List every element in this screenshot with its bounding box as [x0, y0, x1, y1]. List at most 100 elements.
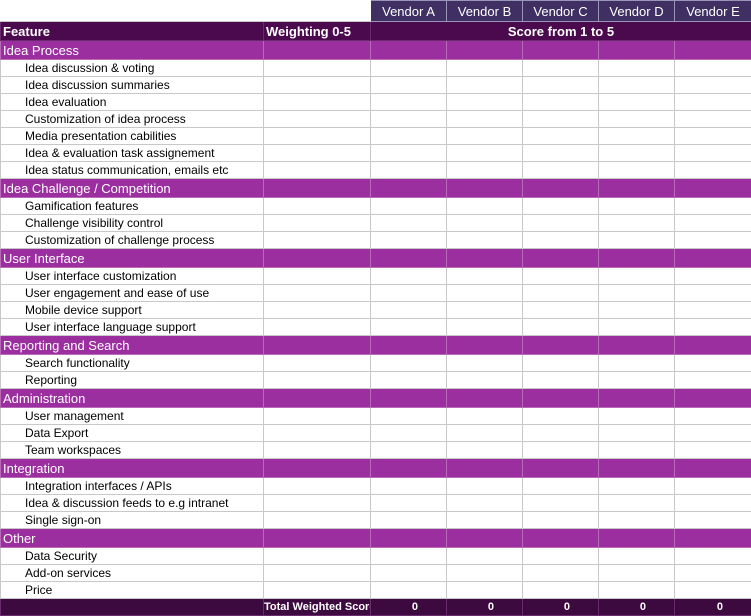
vendor-score-cell[interactable] [447, 232, 523, 249]
weighting-cell[interactable] [264, 268, 371, 285]
vendor-score-cell[interactable] [447, 77, 523, 94]
category-cell[interactable] [675, 529, 751, 548]
category-cell[interactable] [523, 389, 599, 408]
category-cell[interactable] [264, 389, 371, 408]
vendor-score-cell[interactable] [523, 425, 599, 442]
feature-name-cell[interactable]: Idea status communication, emails etc [1, 162, 264, 179]
vendor-total-score[interactable]: 0 [675, 599, 751, 616]
vendor-score-cell[interactable] [447, 111, 523, 128]
feature-name-cell[interactable]: Idea evaluation [1, 94, 264, 111]
vendor-score-cell[interactable] [675, 495, 751, 512]
category-cell[interactable] [523, 179, 599, 198]
vendor-score-cell[interactable] [523, 60, 599, 77]
vendor-score-cell[interactable] [447, 442, 523, 459]
weighting-cell[interactable] [264, 582, 371, 599]
vendor-score-cell[interactable] [447, 582, 523, 599]
category-cell[interactable] [447, 389, 523, 408]
category-cell[interactable] [371, 459, 447, 478]
vendor-score-cell[interactable] [523, 512, 599, 529]
vendor-score-cell[interactable] [599, 355, 675, 372]
category-cell[interactable] [599, 459, 675, 478]
category-title[interactable]: Idea Challenge / Competition [1, 179, 264, 198]
vendor-score-cell[interactable] [447, 548, 523, 565]
vendor-score-cell[interactable] [675, 582, 751, 599]
vendor-score-cell[interactable] [371, 162, 447, 179]
vendor-score-cell[interactable] [599, 565, 675, 582]
vendor-score-cell[interactable] [523, 495, 599, 512]
vendor-score-cell[interactable] [675, 285, 751, 302]
vendor-score-cell[interactable] [599, 215, 675, 232]
category-cell[interactable] [523, 249, 599, 268]
vendor-score-cell[interactable] [599, 512, 675, 529]
vendor-score-cell[interactable] [675, 215, 751, 232]
category-cell[interactable] [447, 249, 523, 268]
category-cell[interactable] [264, 336, 371, 355]
vendor-score-cell[interactable] [523, 268, 599, 285]
vendor-score-cell[interactable] [371, 582, 447, 599]
vendor-b-header[interactable]: Vendor B [447, 1, 523, 22]
weighting-cell[interactable] [264, 302, 371, 319]
feature-name-cell[interactable]: Customization of idea process [1, 111, 264, 128]
vendor-score-cell[interactable] [371, 548, 447, 565]
feature-name-cell[interactable]: Add-on services [1, 565, 264, 582]
weighting-cell[interactable] [264, 548, 371, 565]
weighting-cell[interactable] [264, 512, 371, 529]
vendor-score-cell[interactable] [675, 198, 751, 215]
vendor-score-cell[interactable] [599, 548, 675, 565]
total-weighted-score-label[interactable]: Total Weighted Score [264, 599, 371, 616]
vendor-score-cell[interactable] [371, 565, 447, 582]
category-title[interactable]: Integration [1, 459, 264, 478]
vendor-c-header[interactable]: Vendor C [523, 1, 599, 22]
vendor-score-cell[interactable] [371, 111, 447, 128]
feature-name-cell[interactable]: Reporting [1, 372, 264, 389]
category-cell[interactable] [523, 529, 599, 548]
vendor-score-cell[interactable] [523, 408, 599, 425]
vendor-score-cell[interactable] [447, 302, 523, 319]
vendor-score-cell[interactable] [675, 478, 751, 495]
vendor-e-header[interactable]: Vendor E [675, 1, 751, 22]
vendor-score-cell[interactable] [523, 442, 599, 459]
category-cell[interactable] [523, 336, 599, 355]
vendor-score-cell[interactable] [523, 285, 599, 302]
vendor-d-header[interactable]: Vendor D [599, 1, 675, 22]
category-cell[interactable] [599, 529, 675, 548]
vendor-score-cell[interactable] [523, 162, 599, 179]
vendor-score-cell[interactable] [599, 162, 675, 179]
category-cell[interactable] [675, 249, 751, 268]
vendor-score-cell[interactable] [675, 408, 751, 425]
vendor-score-cell[interactable] [447, 425, 523, 442]
feature-name-cell[interactable]: Customization of challenge process [1, 232, 264, 249]
category-cell[interactable] [371, 529, 447, 548]
vendor-score-cell[interactable] [523, 111, 599, 128]
category-cell[interactable] [447, 336, 523, 355]
vendor-score-cell[interactable] [675, 145, 751, 162]
vendor-score-cell[interactable] [675, 355, 751, 372]
vendor-score-cell[interactable] [371, 408, 447, 425]
weighting-cell[interactable] [264, 285, 371, 302]
vendor-score-cell[interactable] [523, 232, 599, 249]
vendor-score-cell[interactable] [675, 512, 751, 529]
feature-name-cell[interactable]: Idea & evaluation task assignement [1, 145, 264, 162]
weighting-cell[interactable] [264, 198, 371, 215]
vendor-score-cell[interactable] [447, 478, 523, 495]
feature-name-cell[interactable]: Single sign-on [1, 512, 264, 529]
vendor-score-cell[interactable] [675, 111, 751, 128]
weighting-cell[interactable] [264, 355, 371, 372]
vendor-score-cell[interactable] [599, 442, 675, 459]
category-cell[interactable] [371, 179, 447, 198]
vendor-score-cell[interactable] [447, 319, 523, 336]
category-title[interactable]: Idea Process [1, 41, 264, 60]
category-cell[interactable] [675, 389, 751, 408]
vendor-score-cell[interactable] [599, 582, 675, 599]
category-cell[interactable] [447, 459, 523, 478]
vendor-score-cell[interactable] [523, 548, 599, 565]
feature-name-cell[interactable]: Team workspaces [1, 442, 264, 459]
category-cell[interactable] [599, 389, 675, 408]
category-cell[interactable] [523, 41, 599, 60]
feature-name-cell[interactable]: Mobile device support [1, 302, 264, 319]
vendor-score-cell[interactable] [599, 319, 675, 336]
category-cell[interactable] [447, 179, 523, 198]
vendor-score-cell[interactable] [599, 232, 675, 249]
vendor-total-score[interactable]: 0 [371, 599, 447, 616]
vendor-score-cell[interactable] [447, 372, 523, 389]
